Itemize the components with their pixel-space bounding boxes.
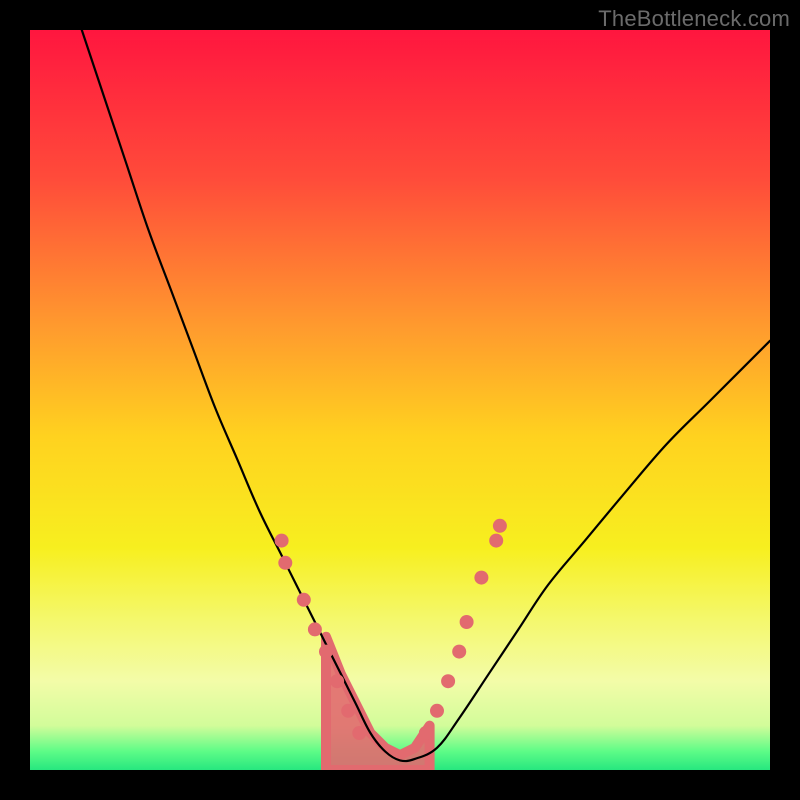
marker-dot: [297, 593, 311, 607]
plot-area: [30, 30, 770, 770]
bottleneck-chart: [30, 30, 770, 770]
marker-dot: [489, 534, 503, 548]
marker-dot: [474, 571, 488, 585]
marker-dot: [460, 615, 474, 629]
marker-dot: [430, 704, 444, 718]
marker-dot: [441, 674, 455, 688]
marker-dot: [419, 726, 433, 740]
marker-dot: [352, 726, 366, 740]
marker-dot: [330, 674, 344, 688]
watermark-text: TheBottleneck.com: [598, 6, 790, 32]
chart-frame: TheBottleneck.com: [0, 0, 800, 800]
marker-dot: [452, 645, 466, 659]
marker-dot: [319, 645, 333, 659]
marker-dot: [275, 534, 289, 548]
marker-dot: [493, 519, 507, 533]
marker-dot: [308, 622, 322, 636]
marker-dot: [341, 704, 355, 718]
gradient-background: [30, 30, 770, 770]
marker-dot: [278, 556, 292, 570]
